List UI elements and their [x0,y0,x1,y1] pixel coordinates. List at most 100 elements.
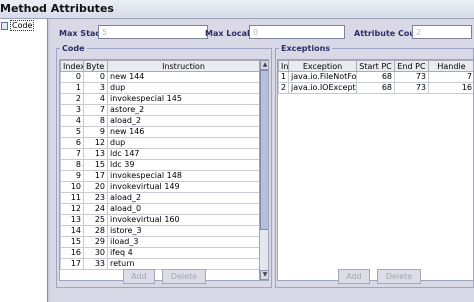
cell-end-pc: 73 [394,82,429,94]
exceptions-table-header: In... Exception Start PC End PC Handle [278,60,473,72]
window-title: Method Attributes [0,2,114,15]
col-header-start-pc[interactable]: Start PC [356,60,395,72]
cell-byte: 12 [83,137,108,149]
table-row[interactable]: 13 25 invokevirtual 160 [60,214,260,226]
cell-index: 10 [60,181,84,193]
exceptions-legend: Exceptions [281,44,331,53]
cell-instruction: invokevirtual 160 [107,214,260,226]
table-row[interactable]: 3 7 astore_2 [60,104,260,116]
cell-end-pc: 73 [394,71,429,83]
table-row[interactable]: 17 33 return [60,258,260,270]
code-table: Index Byte ... Instruction 00new 144 13d… [60,60,260,270]
max-locals-label: Max Locals [205,29,255,38]
cell-instruction: new 144 [107,71,260,83]
table-row[interactable]: 10 20 invokevirtual 149 [60,181,260,193]
cell-exception: java.io.IOException [288,82,357,94]
cell-byte: 7 [83,104,108,116]
cell-index: 5 [60,126,84,138]
scroll-up-button[interactable]: ▲ [260,60,268,70]
table-row[interactable]: 1 3 dup [60,82,260,94]
cell-byte: 4 [83,93,108,105]
attribute-tree[interactable]: Code [0,19,48,302]
table-row[interactable]: 1java.io.FileNotFoundEx...68737 [278,71,473,83]
exceptions-table-pane: In... Exception Start PC End PC Handle 1… [277,59,474,281]
cell-index: 1 [60,82,84,94]
cell-index: 8 [60,159,84,171]
code-add-button[interactable]: Add [123,269,155,284]
cell-index: 16 [60,247,84,259]
cell-byte: 9 [83,126,108,138]
cell-instruction: invokevirtual 149 [107,181,260,193]
table-row[interactable]: 16 30 ifeq 4 [60,247,260,259]
table-row[interactable]: 0 0 new 144 [60,71,260,83]
col-header-exception[interactable]: Exception [288,60,357,72]
table-row[interactable]: 6 12 dup [60,137,260,149]
scroll-down-button[interactable]: ▼ [260,270,268,280]
col-header-index[interactable]: In... [278,60,289,72]
cell-handler: 7 [428,71,473,83]
col-header-handler[interactable]: Handle [428,60,473,72]
cell-instruction: istore_3 [107,225,260,237]
cell-index: 17 [60,258,84,270]
cell-index: 6 [60,137,84,149]
cell-instruction: aload_2 [107,115,260,127]
cell-instruction: ifeq 4 [107,247,260,259]
table-row[interactable]: 14 28 istore_3 [60,225,260,237]
col-header-index[interactable]: Index [60,60,84,72]
cell-start-pc: 68 [356,82,395,94]
cell-byte: 28 [83,225,108,237]
cell-byte: 20 [83,181,108,193]
file-icon [1,21,8,30]
table-row[interactable]: 2 4 invokespecial 145 [60,93,260,105]
cell-index: 14 [60,225,84,237]
cell-index: 4 [60,115,84,127]
exceptions-delete-button[interactable]: Delete [377,269,421,284]
code-delete-button[interactable]: Delete [162,269,206,284]
cell-instruction: ldc 39 [107,159,260,171]
max-stack-field[interactable]: 5 [98,25,208,39]
table-row[interactable]: 12 24 aload_0 [60,203,260,215]
cell-byte: 0 [83,71,108,83]
col-header-instruction[interactable]: Instruction [107,60,260,72]
title-bar: Method Attributes [0,0,474,19]
cell-byte: 29 [83,236,108,248]
cell-instruction: aload_2 [107,192,260,204]
col-header-end-pc[interactable]: End PC [394,60,429,72]
table-row[interactable]: 2java.io.IOException687316 [278,82,473,94]
cell-byte: 24 [83,203,108,215]
cell-index: 9 [60,170,84,182]
cell-instruction: dup [107,137,260,149]
cell-index: 0 [60,71,84,83]
code-legend: Code [62,44,85,53]
exceptions-add-button[interactable]: Add [338,269,370,284]
cell-instruction: invokespecial 148 [107,170,260,182]
cell-index: 11 [60,192,84,204]
table-row[interactable]: 5 9 new 146 [60,126,260,138]
table-row[interactable]: 11 23 aload_2 [60,192,260,204]
table-row[interactable]: 8 15 ldc 39 [60,159,260,171]
attribute-count-field[interactable]: 2 [412,25,472,39]
cell-instruction: invokespecial 145 [107,93,260,105]
cell-instruction: dup [107,82,260,94]
max-locals-field[interactable]: 0 [249,25,345,39]
cell-byte: 33 [83,258,108,270]
table-row[interactable]: 15 29 iload_3 [60,236,260,248]
cell-byte: 17 [83,170,108,182]
scroll-thumb[interactable] [260,70,268,230]
table-row[interactable]: 9 17 invokespecial 148 [60,170,260,182]
col-header-byte[interactable]: Byte ... [83,60,108,72]
table-row[interactable]: 7 13 ldc 147 [60,148,260,160]
cell-start-pc: 68 [356,71,395,83]
code-vertical-scrollbar[interactable]: ▲ ▼ [259,60,268,280]
table-row[interactable]: 4 8 aload_2 [60,115,260,127]
cell-instruction: ldc 147 [107,148,260,160]
cell-instruction: aload_0 [107,203,260,215]
cell-index: 2 [60,93,84,105]
code-table-pane: Index Byte ... Instruction 00new 144 13d… [59,59,269,281]
cell-instruction: astore_2 [107,104,260,116]
cell-instruction: iload_3 [107,236,260,248]
code-table-header: Index Byte ... Instruction [60,60,260,72]
cell-byte: 8 [83,115,108,127]
tree-item-code[interactable]: Code [1,20,35,31]
cell-instruction: new 146 [107,126,260,138]
